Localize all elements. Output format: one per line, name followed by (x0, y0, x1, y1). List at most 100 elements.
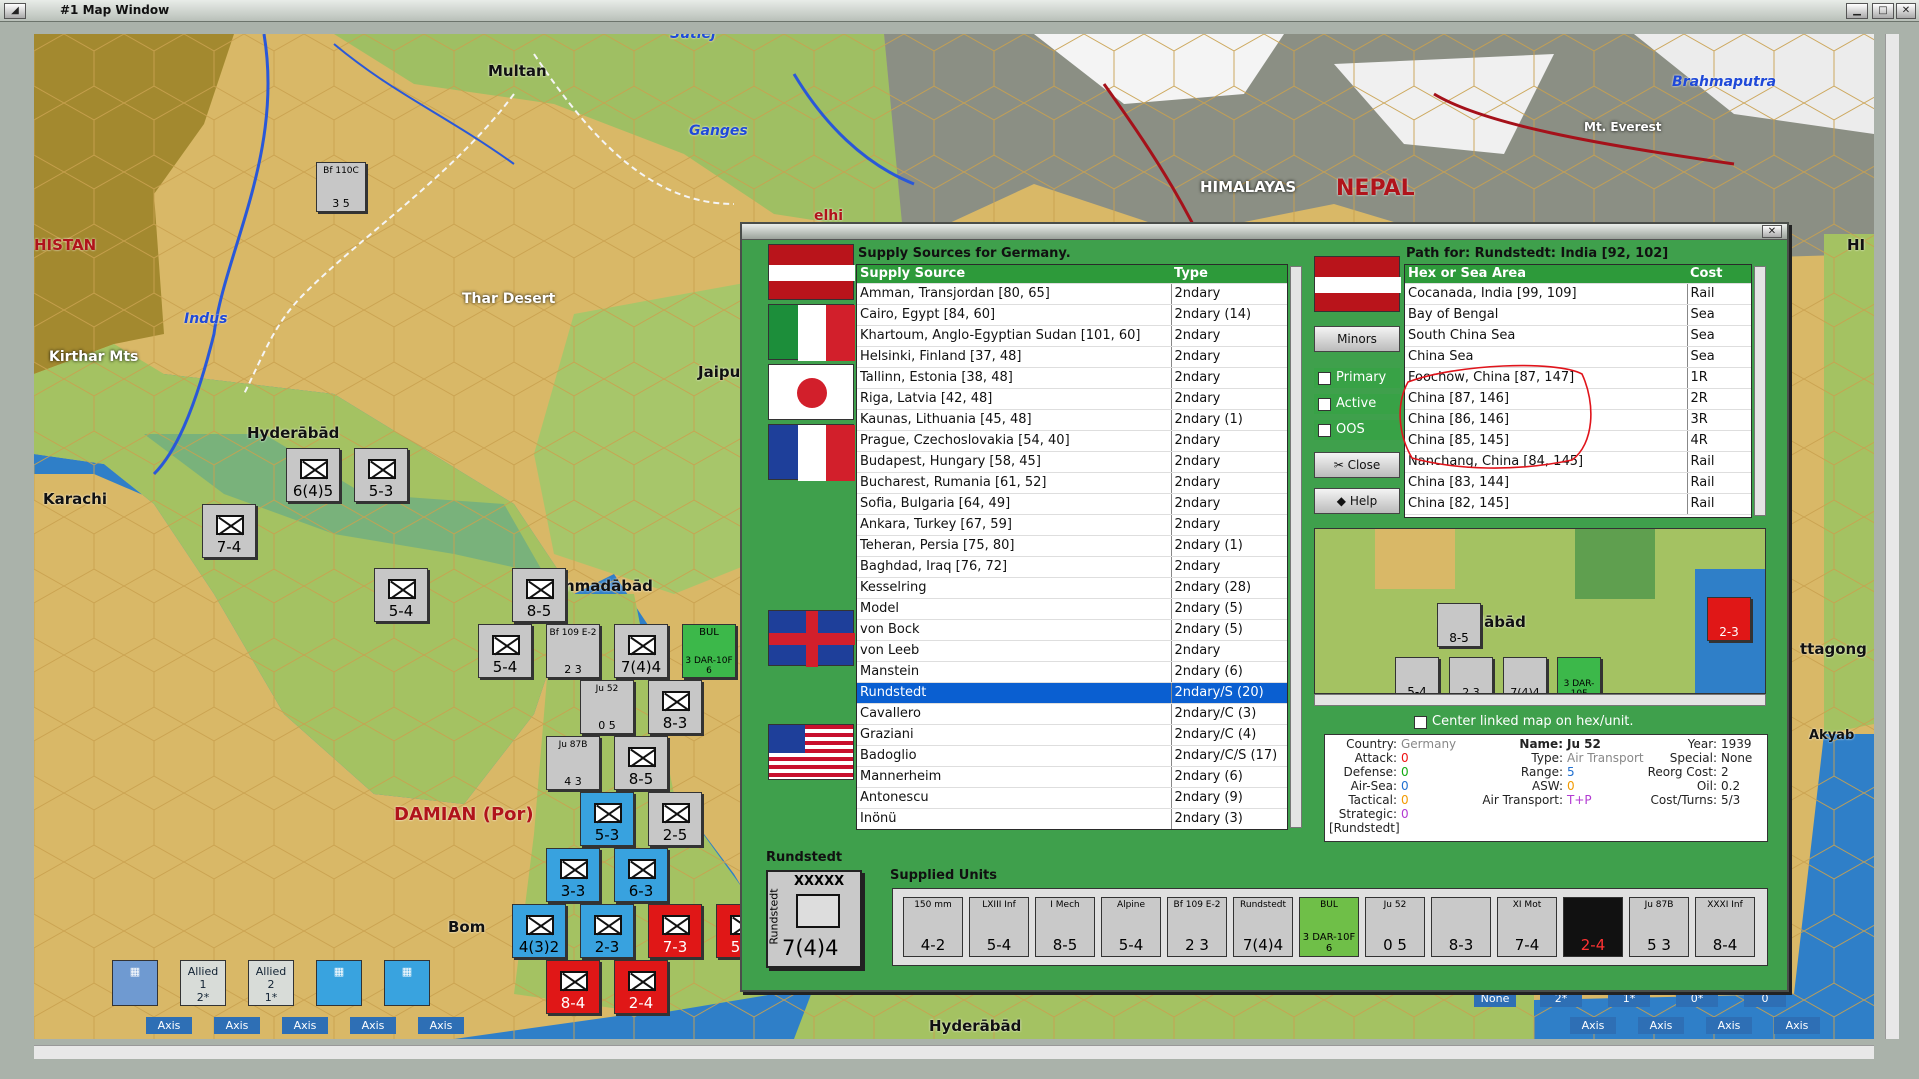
supply-row[interactable]: Bucharest, Rumania [61, 52] 2ndary (857, 472, 1287, 494)
close-button[interactable]: ✂ Close (1314, 452, 1400, 478)
supply-list-scrollbar[interactable] (1290, 266, 1302, 828)
map-counter[interactable]: 5-4 (374, 568, 428, 622)
supply-row[interactable]: Ankara, Turkey [67, 59] 2ndary (857, 514, 1287, 536)
supplied-unit-counter[interactable]: 150 mm 4-2 (903, 897, 963, 957)
map-counter[interactable]: 5-3 (354, 448, 408, 502)
path-row[interactable]: South China Sea Sea (1405, 325, 1751, 347)
supply-row[interactable]: Cavallero 2ndary/C (3) (857, 703, 1287, 725)
map-counter[interactable]: Ju 87B 4 3 (546, 736, 600, 790)
flag-italy-icon[interactable] (768, 304, 855, 361)
map-counter[interactable]: 2-4 (614, 960, 668, 1014)
flag-uk-icon[interactable] (768, 610, 855, 667)
supply-row[interactable]: Graziani 2ndary/C (4) (857, 724, 1287, 746)
flag-japan-icon[interactable] (768, 364, 854, 420)
maximize-icon[interactable]: □ (1872, 3, 1894, 19)
supplied-units-strip[interactable]: 150 mm 4-2 LXIII Inf 5-4 I Mech 8-5 Alpine 5-4 B… (892, 888, 1768, 966)
supply-row[interactable]: Inönü 2ndary (3) (857, 808, 1287, 829)
supply-row[interactable]: Model 2ndary (5) (857, 598, 1287, 620)
title-bar[interactable]: ◢ #1 Map Window ▁ □ ✕ (0, 0, 1919, 22)
dialog-close-icon[interactable]: ✕ (1762, 225, 1782, 238)
map-counter[interactable]: BUL 3 DAR-10F 6 (682, 624, 736, 678)
supplied-unit-counter[interactable]: 8-3 (1431, 897, 1491, 957)
oos-checkbox[interactable]: OOS (1314, 420, 1400, 440)
path-row[interactable]: Cocanada, India [99, 109] Rail (1405, 283, 1751, 305)
map-counter[interactable]: 7-3 (648, 904, 702, 958)
map-vertical-scrollbar[interactable] (1885, 34, 1899, 1039)
path-row[interactable]: Bay of Bengal Sea (1405, 304, 1751, 326)
map-counter[interactable]: 8-5 (512, 568, 566, 622)
flag-germany-icon[interactable] (768, 244, 855, 300)
map-counter[interactable]: 7(4)4 (614, 624, 668, 678)
supply-row[interactable]: Riga, Latvia [42, 48] 2ndary (857, 388, 1287, 410)
supply-row[interactable]: Kaunas, Lithuania [45, 48] 2ndary (1) (857, 409, 1287, 431)
supply-row[interactable]: Rundstedt 2ndary/S (20) (857, 682, 1287, 704)
primary-checkbox[interactable]: Primary (1314, 368, 1400, 388)
supply-row[interactable]: Manstein 2ndary (6) (857, 661, 1287, 683)
supply-row[interactable]: Antonescu 2ndary (9) (857, 787, 1287, 809)
map-counter[interactable]: 2-5 (648, 792, 702, 846)
mini-counter[interactable]: 8-5 (1437, 603, 1481, 647)
supplied-unit-counter[interactable]: 2-4 (1563, 897, 1623, 957)
map-counter[interactable]: 3-3 (546, 848, 600, 902)
map-counter[interactable]: 8-4 (546, 960, 600, 1014)
supply-row[interactable]: Prague, Czechoslovakia [54, 40] 2ndary (857, 430, 1287, 452)
map-counter[interactable]: 8-5 (614, 736, 668, 790)
map-counter[interactable]: 8-3 (648, 680, 702, 734)
supply-row[interactable]: Mannerheim 2ndary (6) (857, 766, 1287, 788)
supply-row[interactable]: Teheran, Persia [75, 80] 2ndary (1) (857, 535, 1287, 557)
stack-box[interactable]: ▦ (112, 960, 158, 1006)
allied-box-2[interactable]: Allied 2 1* (248, 960, 294, 1006)
supply-row[interactable]: Sofia, Bulgaria [64, 49] 2ndary (857, 493, 1287, 515)
flag-usa-icon[interactable] (768, 724, 854, 780)
path-list-scrollbar[interactable] (1754, 266, 1766, 516)
stack-box[interactable]: ▦ (384, 960, 430, 1006)
supplied-unit-counter[interactable]: I Mech 8-5 (1035, 897, 1095, 957)
supply-row[interactable]: Tallinn, Estonia [38, 48] 2ndary (857, 367, 1287, 389)
supply-row[interactable]: von Bock 2ndary (5) (857, 619, 1287, 641)
map-counter[interactable]: 4(3)2 (512, 904, 566, 958)
supplied-unit-counter[interactable]: Alpine 5-4 (1101, 897, 1161, 957)
col-supply-source[interactable]: Supply Source (857, 265, 1171, 284)
minimize-icon[interactable]: ▁ (1846, 3, 1868, 19)
map-counter[interactable]: 7-4 (202, 504, 256, 558)
supply-row[interactable]: Badoglio 2ndary/C/S (17) (857, 745, 1287, 767)
supplied-unit-counter[interactable]: Bf 109 E-2 2 3 (1167, 897, 1227, 957)
supplied-unit-counter[interactable]: XI Mot 7-4 (1497, 897, 1557, 957)
help-button[interactable]: ◆ Help (1314, 488, 1400, 514)
supply-row[interactable]: Baghdad, Iraq [76, 72] 2ndary (857, 556, 1287, 578)
col-cost[interactable]: Cost (1687, 265, 1751, 284)
path-row[interactable]: China [83, 144] Rail (1405, 472, 1751, 494)
supply-row[interactable]: von Leeb 2ndary (857, 640, 1287, 662)
map-counter[interactable]: 5-3 (580, 792, 634, 846)
minors-button[interactable]: Minors (1314, 326, 1400, 352)
supplied-unit-counter[interactable]: LXIII Inf 5-4 (969, 897, 1029, 957)
mini-map-hscrollbar[interactable] (1314, 694, 1766, 706)
supply-row[interactable]: Cairo, Egypt [84, 60] 2ndary (14) (857, 304, 1287, 326)
map-counter[interactable]: 5-4 (478, 624, 532, 678)
supply-row[interactable]: Kesselring 2ndary (28) (857, 577, 1287, 599)
dialog-title-bar[interactable]: ✕ (742, 224, 1787, 240)
supplied-unit-counter[interactable]: Ju 87B 5 3 (1629, 897, 1689, 957)
map-counter[interactable]: Bf 109 E-2 2 3 (546, 624, 600, 678)
map-counter[interactable]: 6(4)5 (286, 448, 340, 502)
map-counter[interactable]: Ju 52 0 5 (580, 680, 634, 734)
window-menu-icon[interactable]: ◢ (4, 3, 26, 19)
map-counter[interactable]: 2-3 (580, 904, 634, 958)
supply-source-list[interactable]: Supply Source Type Amman, Transjordan [8… (856, 264, 1288, 830)
supplied-unit-counter[interactable]: BUL 3 DAR-10F 6 (1299, 897, 1359, 957)
center-linked-checkbox[interactable]: Center linked map on hex/unit. (1410, 712, 1710, 732)
supply-row[interactable]: Amman, Transjordan [80, 65] 2ndary (857, 283, 1287, 305)
flag-vichy-icon[interactable] (768, 424, 855, 481)
mini-counter[interactable]: 2-3 (1707, 597, 1751, 641)
map-counter[interactable]: Bf 110C 3 5 (316, 162, 366, 212)
mini-counter[interactable]: 2 3 (1449, 657, 1493, 693)
supplied-unit-counter[interactable]: Ju 52 0 5 (1365, 897, 1425, 957)
mini-counter[interactable]: 7(4)4 (1503, 657, 1547, 693)
linked-mini-map[interactable]: hmadābād 8-5 5-4 2 3 7(4)4 3 DAR-10F 2-3 (1314, 528, 1766, 694)
close-icon[interactable]: ✕ (1896, 3, 1916, 19)
map-counter[interactable]: 6-3 (614, 848, 668, 902)
col-type[interactable]: Type (1171, 265, 1287, 284)
stack-box[interactable]: ▦ (316, 960, 362, 1006)
supplied-unit-counter[interactable]: XXXI Inf 8-4 (1695, 897, 1755, 957)
map-horizontal-scrollbar[interactable] (34, 1045, 1874, 1059)
